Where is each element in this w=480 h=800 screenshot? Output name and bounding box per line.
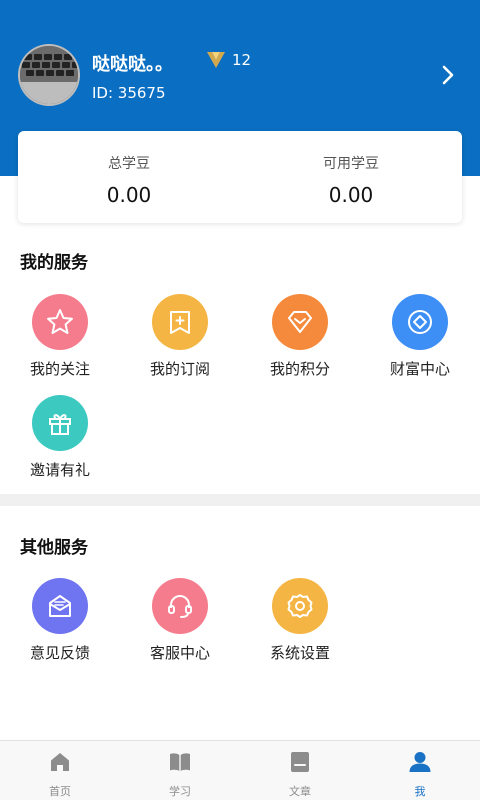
vip-badge: 12 (206, 50, 251, 70)
user-name: 哒哒哒。。 (92, 54, 173, 75)
avatar[interactable] (18, 44, 80, 106)
service-label: 意见反馈 (29, 644, 90, 662)
tab-home[interactable]: 首页 (0, 741, 120, 800)
vip-level: 12 (232, 51, 252, 69)
service-settings[interactable]: 系统设置 (240, 578, 360, 663)
star-icon (32, 294, 88, 350)
service-label: 我的关注 (29, 360, 90, 378)
tab-label: 学习 (169, 785, 191, 798)
book-icon (170, 753, 190, 771)
service-label: 我的订阅 (149, 360, 210, 378)
tab-label: 文章 (289, 785, 311, 798)
available-beans[interactable]: 可用学豆 0.00 (240, 131, 462, 223)
service-invite[interactable]: 邀请有礼 (0, 395, 120, 480)
tab-study[interactable]: 学习 (120, 741, 240, 800)
headset-icon (152, 578, 208, 634)
service-follow[interactable]: 我的关注 (0, 294, 120, 379)
service-subscribe[interactable]: 我的订阅 (120, 294, 240, 379)
bottom-tab-bar: 首页 学习 文章 我 (0, 740, 480, 800)
service-label: 系统设置 (269, 644, 330, 662)
keyboard-photo (20, 46, 78, 104)
feedback-icon (32, 578, 88, 634)
stat-label: 总学豆 (108, 156, 150, 172)
points-icon (272, 294, 328, 350)
service-label: 邀请有礼 (29, 461, 90, 479)
tab-label: 首页 (49, 785, 71, 798)
stat-value: 0.00 (106, 183, 152, 207)
service-wealth[interactable]: 财富中心 (360, 294, 480, 379)
stat-value: 0.00 (328, 183, 374, 207)
my-services-title: 我的服务 (20, 253, 88, 273)
subscribe-icon (152, 294, 208, 350)
service-label: 财富中心 (389, 360, 450, 378)
tab-article[interactable]: 文章 (240, 741, 360, 800)
section-divider (0, 494, 480, 506)
chevron-right-icon[interactable] (438, 64, 458, 86)
profile-icon (409, 752, 431, 772)
stat-label: 可用学豆 (323, 156, 379, 172)
service-customer[interactable]: 客服中心 (120, 578, 240, 663)
service-feedback[interactable]: 意见反馈 (0, 578, 120, 663)
service-points[interactable]: 我的积分 (240, 294, 360, 379)
vip-icon (207, 52, 225, 68)
service-label: 客服中心 (149, 644, 210, 662)
user-id: ID: 35675 (92, 84, 166, 102)
tab-label: 我 (414, 785, 426, 798)
gift-icon (32, 395, 88, 451)
settings-icon (272, 578, 328, 634)
article-icon (291, 752, 309, 772)
tab-me[interactable]: 我 (360, 741, 480, 800)
other-services-title: 其他服务 (20, 538, 88, 558)
total-beans[interactable]: 总学豆 0.00 (18, 131, 240, 223)
points-summary-card: 总学豆 0.00 可用学豆 0.00 (18, 131, 462, 223)
service-label: 我的积分 (269, 360, 330, 378)
home-icon (51, 753, 69, 771)
wealth-icon (392, 294, 448, 350)
